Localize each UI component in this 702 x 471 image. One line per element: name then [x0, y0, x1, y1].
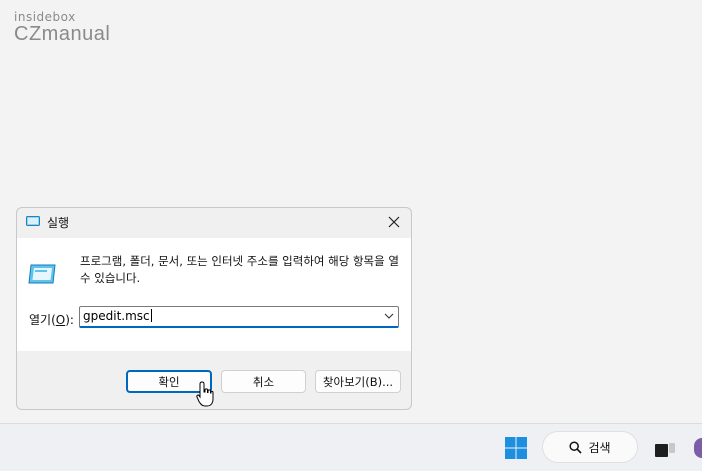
open-input-value: gpedit.msc	[83, 309, 150, 323]
title-bar[interactable]: 실행	[17, 208, 411, 238]
watermark-logo: insidebox CZmanual	[14, 10, 110, 44]
dialog-description: 프로그램, 폴더, 문서, 또는 인터넷 주소를 입력하여 해당 항목을 열 수…	[80, 254, 399, 285]
open-label-suffix: ):	[65, 313, 74, 327]
run-icon	[28, 264, 56, 284]
open-combobox[interactable]: gpedit.msc	[79, 306, 399, 328]
open-label: 열기(O):	[29, 311, 74, 328]
run-dialog: 실행 프로그램, 폴더, 문서, 또는 인터넷 주소를 입력하여 해당 항목을 …	[16, 207, 412, 410]
dialog-title: 실행	[47, 216, 70, 230]
open-label-accesskey: O	[55, 313, 66, 327]
mouse-pointer-icon	[196, 381, 214, 407]
chevron-down-icon[interactable]	[384, 311, 394, 321]
task-view-icon[interactable]	[655, 440, 675, 458]
dialog-content: 프로그램, 폴더, 문서, 또는 인터넷 주소를 입력하여 해당 항목을 열 수…	[17, 238, 411, 351]
open-label-prefix: 열기(	[29, 313, 56, 327]
search-label: 검색	[588, 440, 611, 455]
close-button[interactable]	[383, 211, 405, 233]
close-icon	[388, 216, 400, 228]
open-input[interactable]: gpedit.msc	[83, 309, 152, 323]
taskbar-search[interactable]: 검색	[542, 431, 638, 463]
watermark-line1: insidebox	[14, 10, 76, 24]
taskbar: 검색	[0, 423, 702, 471]
cancel-button[interactable]: 취소	[221, 370, 306, 393]
text-caret	[150, 309, 152, 322]
run-app-icon	[26, 216, 40, 226]
watermark-line2: CZmanual	[14, 23, 111, 45]
search-icon	[569, 440, 583, 454]
browse-button[interactable]: 찾아보기(B)...	[315, 370, 401, 393]
windows-start-icon[interactable]	[505, 437, 527, 459]
copilot-icon[interactable]	[694, 438, 702, 458]
